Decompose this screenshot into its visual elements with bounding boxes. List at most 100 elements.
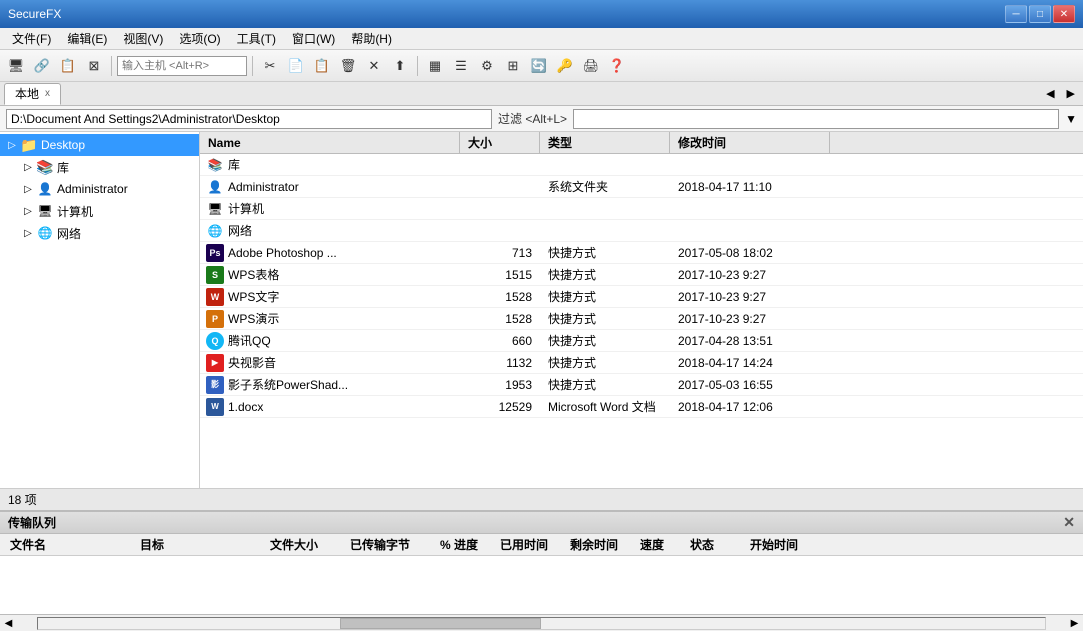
menu-options[interactable]: 选项(O) [171,28,228,49]
menu-view[interactable]: 视图(V) [115,28,171,49]
transfer-col-bytes: 已传输字节 [344,536,434,553]
file-type: 快捷方式 [540,376,670,393]
folder-icon: 📚 [36,158,54,176]
local-tab[interactable]: 本地 x [4,83,61,105]
table-row[interactable]: 🌐 网络 [200,220,1083,242]
table-row[interactable]: ▶ 央视影音 1132 快捷方式 2018-04-17 14:24 [200,352,1083,374]
tree-item-admin[interactable]: ▷ 👤 Administrator [0,178,199,200]
toolbar-view1[interactable]: ▦ [423,54,447,78]
user-folder-icon: 👤 [36,180,54,198]
folder-icon: 📚 [206,156,224,174]
close-button[interactable]: ✕ [1053,5,1075,23]
table-row[interactable]: Q 腾讯QQ 660 快捷方式 2017-04-28 13:51 [200,330,1083,352]
file-type: 快捷方式 [540,354,670,371]
toolbar-key[interactable]: 🔑 [553,54,577,78]
file-rows: 📚 库 👤 Administrator 系统文件夹 2018-04-17 11:… [200,154,1083,418]
tree-label: Desktop [41,138,85,152]
wps-present-icon: P [206,310,224,328]
table-row[interactable]: S WPS表格 1515 快捷方式 2017-10-23 9:27 [200,264,1083,286]
table-row[interactable]: 📚 库 [200,154,1083,176]
tree-item-desktop[interactable]: ▷ 📁 Desktop [0,134,199,156]
filter-input[interactable] [573,109,1059,129]
tab-label: 本地 [15,85,39,102]
transfer-close-btn[interactable]: ✕ [1063,514,1075,531]
expand-icon: ▷ [4,140,20,151]
file-name: 央视影音 [228,354,276,371]
toolbar-view2[interactable]: ☰ [449,54,473,78]
col-header-type[interactable]: 类型 [540,132,670,153]
filter-dropdown-icon[interactable]: ▼ [1065,112,1077,126]
table-row[interactable]: W WPS文字 1528 快捷方式 2017-10-23 9:27 [200,286,1083,308]
toolbar-print[interactable]: 🖨 [579,54,603,78]
folder-user-icon: 👤 [206,178,224,196]
file-size: 1515 [460,268,540,282]
transfer-col-filename: 文件名 [4,536,134,553]
file-size: 713 [460,246,540,260]
table-row[interactable]: Ps Adobe Photoshop ... 713 快捷方式 2017-05-… [200,242,1083,264]
scroll-thumb[interactable] [340,618,541,629]
toolbar-help[interactable]: ❓ [605,54,629,78]
tab-prev[interactable]: ◀ [1042,86,1058,101]
file-size: 1528 [460,312,540,326]
toolbar-btn-4[interactable]: ⊠ [82,54,106,78]
transfer-col-progress: % 进度 [434,536,494,553]
toolbar-delete[interactable]: 🗑 [336,54,360,78]
toolbar-cancel[interactable]: ✕ [362,54,386,78]
host-input[interactable] [117,56,247,76]
toolbar-cut[interactable]: ✂ [258,54,282,78]
horizontal-scrollbar[interactable]: ◀ ▶ [0,614,1083,631]
scroll-track[interactable] [37,617,1046,630]
toolbar-btn-1[interactable]: 🖥 [4,54,28,78]
minimize-button[interactable]: ─ [1005,5,1027,23]
table-row[interactable]: 影 影子系统PowerShad... 1953 快捷方式 2017-05-03 … [200,374,1083,396]
toolbar-copy[interactable]: 📄 [284,54,308,78]
addressbar: 过滤 <Alt+L> ▼ [0,106,1083,132]
table-row[interactable]: 👤 Administrator 系统文件夹 2018-04-17 11:10 [200,176,1083,198]
toolbar-paste[interactable]: 📋 [310,54,334,78]
menu-file[interactable]: 文件(F) [4,28,59,49]
filter-label: 过滤 <Alt+L> [498,110,567,127]
maximize-button[interactable]: □ [1029,5,1051,23]
col-header-modified[interactable]: 修改时间 [670,132,830,153]
tab-next[interactable]: ▶ [1063,86,1079,101]
scroll-left-btn[interactable]: ◀ [0,618,17,629]
file-name: Adobe Photoshop ... [228,246,337,260]
transfer-col-remaining: 剩余时间 [564,536,634,553]
expand-icon: ▷ [20,228,36,239]
toolbar-sync[interactable]: 🔄 [527,54,551,78]
toolbar-view4[interactable]: ⊞ [501,54,525,78]
expand-icon: ▷ [20,206,36,217]
tab-close-btn[interactable]: x [45,88,50,99]
tree-item-network[interactable]: ▷ 🌐 网络 [0,222,199,244]
col-header-size[interactable]: 大小 [460,132,540,153]
tree-item-library[interactable]: ▷ 📚 库 [0,156,199,178]
toolbar-sep-3 [417,56,418,76]
table-row[interactable]: W 1.docx 12529 Microsoft Word 文档 2018-04… [200,396,1083,418]
menu-help[interactable]: 帮助(H) [343,28,400,49]
table-row[interactable]: 🖥 计算机 [200,198,1083,220]
menu-edit[interactable]: 编辑(E) [59,28,115,49]
toolbar-view3[interactable]: ⚙ [475,54,499,78]
file-modified: 2018-04-17 12:06 [670,400,830,414]
menu-window[interactable]: 窗口(W) [284,28,343,49]
menu-tools[interactable]: 工具(T) [229,28,284,49]
file-name: 影子系统PowerShad... [228,376,348,393]
file-type: 快捷方式 [540,288,670,305]
scroll-right-btn[interactable]: ▶ [1066,618,1083,629]
tree-item-computer[interactable]: ▷ 🖥 计算机 [0,200,199,222]
toolbar-btn-3[interactable]: 📋 [56,54,80,78]
toolbar: 🖥 🔗 📋 ⊠ ✂ 📄 📋 🗑 ✕ ⬆ ▦ ☰ ⚙ ⊞ 🔄 🔑 🖨 ❓ [0,50,1083,82]
path-input[interactable] [6,109,492,129]
window-controls: ─ □ ✕ [1005,5,1075,23]
file-name: 1.docx [228,400,263,414]
file-tree: ▷ 📁 Desktop ▷ 📚 库 ▷ 👤 Administrator ▷ 🖥 … [0,132,200,488]
toolbar-upload[interactable]: ⬆ [388,54,412,78]
col-header-name[interactable]: Name [200,132,460,153]
cctv-icon: ▶ [206,354,224,372]
table-row[interactable]: P WPS演示 1528 快捷方式 2017-10-23 9:27 [200,308,1083,330]
toolbar-btn-2[interactable]: 🔗 [30,54,54,78]
file-type: 快捷方式 [540,310,670,327]
ps-icon: Ps [206,244,224,262]
transfer-col-elapsed: 已用时间 [494,536,564,553]
wps-table-icon: S [206,266,224,284]
